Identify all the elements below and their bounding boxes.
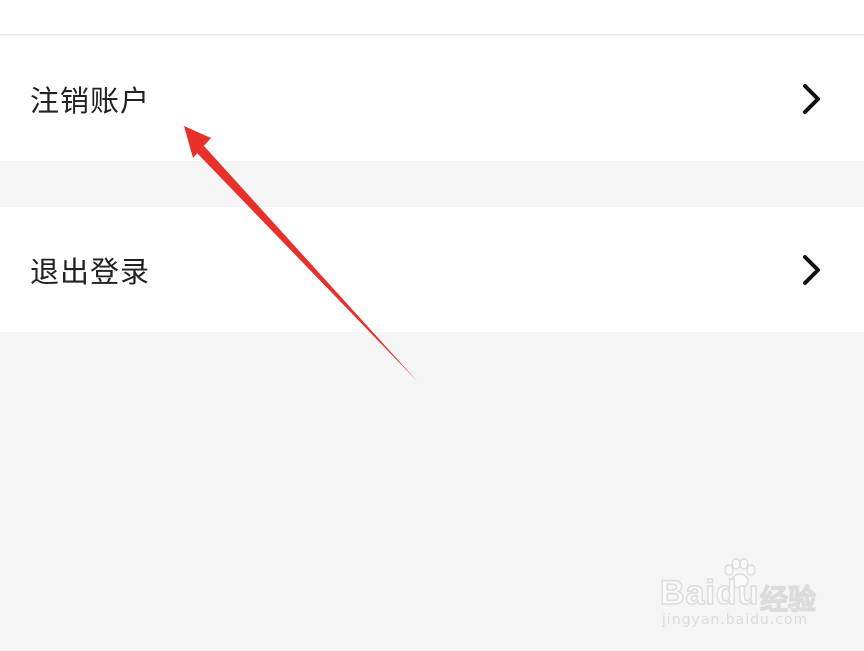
baidu-watermark: Baidu 经验 jingyan.baidu.com	[659, 558, 820, 638]
top-section	[0, 0, 864, 35]
chevron-right-icon	[803, 254, 820, 285]
deactivate-account-label: 注销账户	[30, 83, 151, 118]
chevron-right-icon	[803, 83, 820, 114]
watermark-brand: Baidu	[659, 573, 760, 613]
watermark-url: jingyan.baidu.com	[662, 612, 809, 628]
logout-label: 退出登录	[30, 254, 151, 289]
logout-row[interactable]: 退出登录	[0, 207, 864, 332]
deactivate-account-row[interactable]: 注销账户	[0, 36, 864, 161]
